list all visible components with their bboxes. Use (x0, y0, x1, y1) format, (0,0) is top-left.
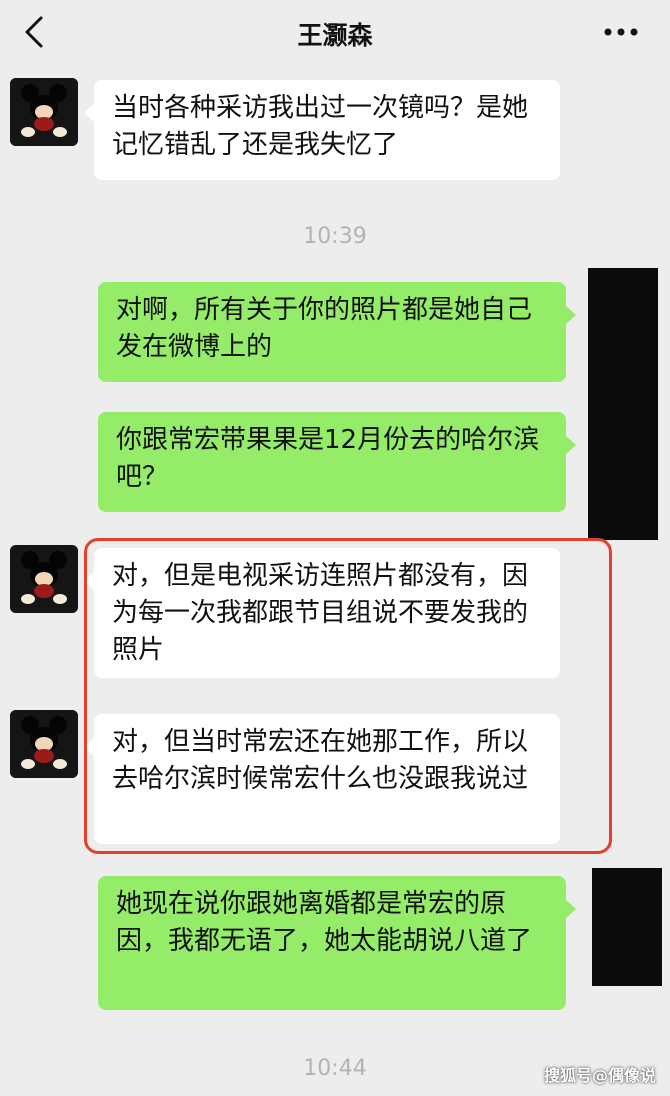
highlight-box (84, 538, 612, 854)
avatar[interactable] (10, 710, 78, 778)
mickey-avatar-icon (10, 710, 78, 778)
avatar[interactable] (10, 78, 78, 146)
timestamp: 10:39 (303, 224, 367, 249)
redacted-avatar (588, 268, 658, 540)
chat-header: 王灏森 (0, 0, 670, 66)
message-bubble[interactable]: 当时各种采访我出过一次镜吗？是她记忆错乱了还是我失忆了 (84, 80, 560, 180)
more-button[interactable] (596, 14, 646, 50)
mickey-avatar-icon (10, 545, 78, 613)
message-bubble[interactable]: 对啊，所有关于你的照片都是她自己发在微博上的 (98, 282, 576, 382)
more-dots-icon (604, 28, 638, 36)
message-text: 对啊，所有关于你的照片都是她自己发在微博上的 (116, 295, 533, 362)
avatar[interactable] (10, 545, 78, 613)
chat-title: 王灏森 (297, 21, 373, 50)
message-bubble[interactable]: 她现在说你跟她离婚都是常宏的原因，我都无语了，她太能胡说八道了 (98, 876, 576, 1010)
redacted-avatar (592, 868, 662, 986)
message-text: 你跟常宏带果果是12月份去的哈尔滨吧？ (116, 425, 540, 492)
message-text: 她现在说你跟她离婚都是常宏的原因，我都无语了，她太能胡说八道了 (116, 889, 533, 956)
mickey-avatar-icon (10, 78, 78, 146)
message-text: 当时各种采访我出过一次镜吗？是她记忆错乱了还是我失忆了 (112, 93, 529, 160)
message-bubble[interactable]: 你跟常宏带果果是12月份去的哈尔滨吧？ (98, 412, 576, 512)
watermark: 搜狐号@偶像说 (543, 1066, 656, 1085)
